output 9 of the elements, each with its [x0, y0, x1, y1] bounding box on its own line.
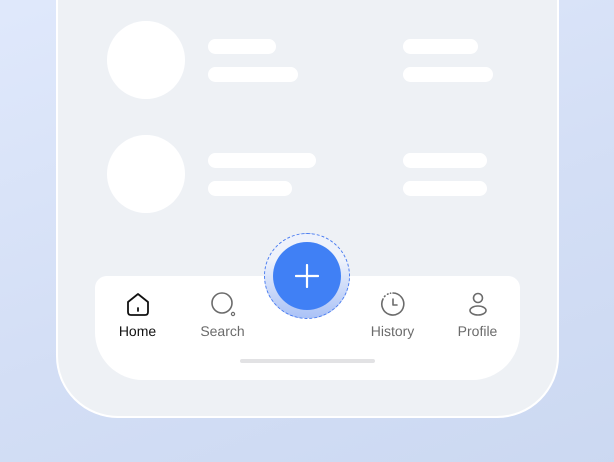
add-button[interactable]	[273, 242, 341, 310]
search-icon	[210, 291, 236, 317]
nav-tab[interactable]: Profile	[435, 291, 520, 339]
plus-icon	[295, 264, 319, 288]
home-icon	[124, 291, 150, 317]
clock-icon	[380, 291, 406, 317]
nav-tab[interactable]: History	[350, 291, 435, 339]
nav-tab[interactable]: Home	[95, 291, 180, 339]
nav-tab[interactable]: Search	[180, 291, 265, 339]
